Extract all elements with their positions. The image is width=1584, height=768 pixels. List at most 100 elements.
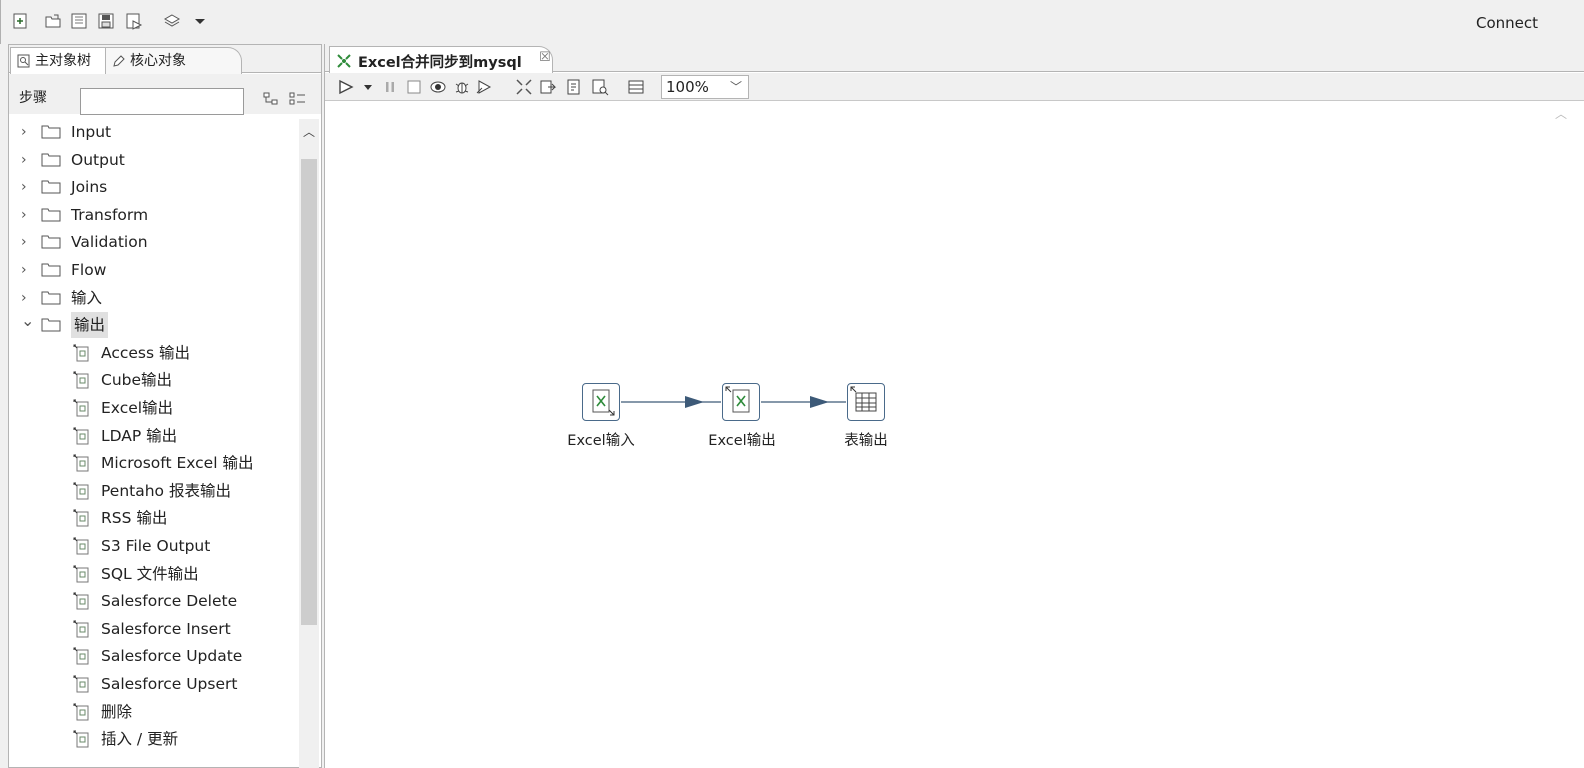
tree-step-label: 删除 (101, 702, 133, 721)
tree-step-item[interactable]: Cube输出 (9, 367, 299, 393)
show-results-icon[interactable] (627, 78, 645, 96)
output-step-icon (73, 399, 89, 417)
verify-icon[interactable] (515, 78, 533, 96)
perspective-dropdown-icon[interactable] (191, 12, 209, 30)
collapse-all-icon[interactable] (289, 92, 307, 106)
tree-step-label: Cube输出 (101, 371, 173, 390)
spoon-window: Connect 主对象树 核心对象 步骤 › Input › Output › … (0, 0, 1584, 768)
tab-main-object-tree[interactable]: 主对象树 (10, 47, 106, 74)
folder-icon (41, 318, 61, 332)
hop-excel-input-to-excel-output[interactable] (621, 396, 721, 408)
expand-all-icon[interactable] (263, 92, 281, 106)
tree-step-item[interactable]: RSS 输出 (9, 505, 299, 531)
tree-step-label: Access 输出 (101, 343, 190, 362)
tree-step-item[interactable]: Salesforce Upsert (9, 671, 299, 697)
output-step-icon (73, 592, 89, 610)
step-search-input[interactable] (80, 88, 244, 115)
layers-perspective-icon[interactable] (163, 12, 181, 30)
tree-folder-label: Validation (71, 233, 148, 252)
run-icon[interactable] (337, 78, 355, 96)
pause-icon[interactable] (381, 78, 399, 96)
tree-step-item[interactable]: Salesforce Insert (9, 616, 299, 642)
excel-output-icon (725, 386, 750, 413)
explore-db-icon[interactable] (591, 78, 609, 96)
tree-step-label: S3 File Output (101, 537, 211, 555)
chevron-right-icon[interactable]: › (21, 174, 33, 200)
tree-folder[interactable]: › Joins (9, 174, 299, 200)
tree-folder-label: Input (71, 123, 112, 141)
tree-folder[interactable]: › Input (9, 119, 299, 145)
tree-step-item[interactable]: 删除 (9, 699, 299, 725)
tree-step-label: Salesforce Update (101, 647, 243, 666)
step-table-output[interactable] (847, 383, 885, 421)
tree-folder[interactable]: › 输入 (9, 285, 299, 311)
open-file-icon[interactable] (44, 12, 62, 30)
replay-icon[interactable] (475, 78, 493, 96)
output-step-icon (73, 371, 89, 389)
tree-folder[interactable]: › Validation (9, 229, 299, 255)
chevron-right-icon[interactable]: › (21, 285, 33, 311)
impact-analysis-icon[interactable] (539, 78, 557, 96)
tree-folder-label: Flow (71, 261, 107, 279)
tree-folder-label: 输入 (71, 288, 103, 307)
debug-icon[interactable] (453, 78, 471, 96)
chevron-right-icon[interactable]: › (21, 202, 33, 228)
folder-icon (41, 180, 61, 194)
step-tree: › Input › Output › Joins › Transform › Validation… (9, 119, 299, 767)
tree-step-item[interactable]: Salesforce Update (9, 643, 299, 669)
output-step-icon (73, 482, 89, 500)
tree-step-item[interactable]: SQL 文件输出 (9, 561, 299, 587)
chevron-right-icon[interactable]: › (21, 119, 33, 145)
left-panel-tabs: 主对象树 核心对象 (9, 45, 321, 74)
canvas-scrollbar[interactable]: ︿ (1545, 101, 1584, 768)
tab-core-objects[interactable]: 核心对象 (106, 47, 242, 74)
chevron-right-icon[interactable]: › (21, 147, 33, 173)
new-file-icon[interactable] (11, 12, 29, 30)
zoom-select[interactable]: 100% ﹀ (661, 75, 749, 99)
tree-folder[interactable]: › Output (9, 147, 299, 173)
step-label: Excel输入 (567, 433, 635, 449)
chevron-right-icon[interactable]: › (21, 257, 33, 283)
tab-transformation[interactable]: Excel合并同步到mysql ☒ (329, 46, 553, 73)
close-tab-icon[interactable]: ☒ (539, 50, 551, 65)
connect-button[interactable]: Connect (1476, 14, 1538, 32)
tree-step-item[interactable]: S3 File Output (9, 533, 299, 559)
tree-step-item[interactable]: Access 输出 (9, 340, 299, 366)
tree-step-label: Salesforce Upsert (101, 675, 238, 693)
hop-excel-output-to-table-output[interactable] (761, 396, 846, 408)
tree-scrollbar[interactable]: ︿ (299, 119, 319, 768)
tree-step-label: 插入 / 更新 (101, 730, 179, 749)
tree-step-item[interactable]: Microsoft Excel 输出 (9, 450, 299, 476)
tree-folder[interactable]: › Flow (9, 257, 299, 283)
stop-icon[interactable] (405, 78, 423, 96)
output-step-icon (73, 675, 89, 693)
scrollbar-thumb[interactable] (301, 159, 317, 625)
tree-folder[interactable]: ⌄ 输出 (9, 311, 299, 339)
scroll-up-icon[interactable]: ︿ (303, 123, 315, 140)
tree-step-item[interactable]: Salesforce Delete (9, 588, 299, 614)
output-step-icon (73, 703, 89, 721)
search-label: 步骤 (19, 90, 47, 106)
run-dropdown-icon[interactable] (359, 78, 377, 96)
tree-step-item[interactable]: Pentaho 报表输出 (9, 478, 299, 504)
output-step-icon (73, 427, 89, 445)
transformation-canvas[interactable]: Excel输入 Excel输出 表输出 (325, 101, 1549, 768)
explore-repository-icon[interactable] (70, 12, 88, 30)
save-icon[interactable] (97, 12, 115, 30)
folder-icon (41, 208, 61, 222)
save-as-icon[interactable] (125, 12, 143, 30)
sql-icon[interactable] (565, 78, 583, 96)
tree-step-item[interactable]: 插入 / 更新 (9, 726, 299, 752)
tab-title: Excel合并同步到mysql (358, 55, 522, 71)
tree-step-item[interactable]: LDAP 输出 (9, 423, 299, 449)
tree-folder[interactable]: › Transform (9, 202, 299, 228)
output-step-icon (73, 730, 89, 748)
step-excel-input[interactable] (582, 383, 620, 421)
tree-step-item[interactable]: Excel输出 (9, 395, 299, 421)
step-excel-output[interactable] (722, 383, 760, 421)
scroll-up-icon[interactable]: ︿ (1555, 105, 1567, 122)
tree-folder-label: Transform (71, 205, 149, 224)
chevron-right-icon[interactable]: › (21, 229, 33, 255)
chevron-down-icon[interactable]: ⌄ (21, 308, 34, 334)
preview-icon[interactable] (429, 78, 447, 96)
